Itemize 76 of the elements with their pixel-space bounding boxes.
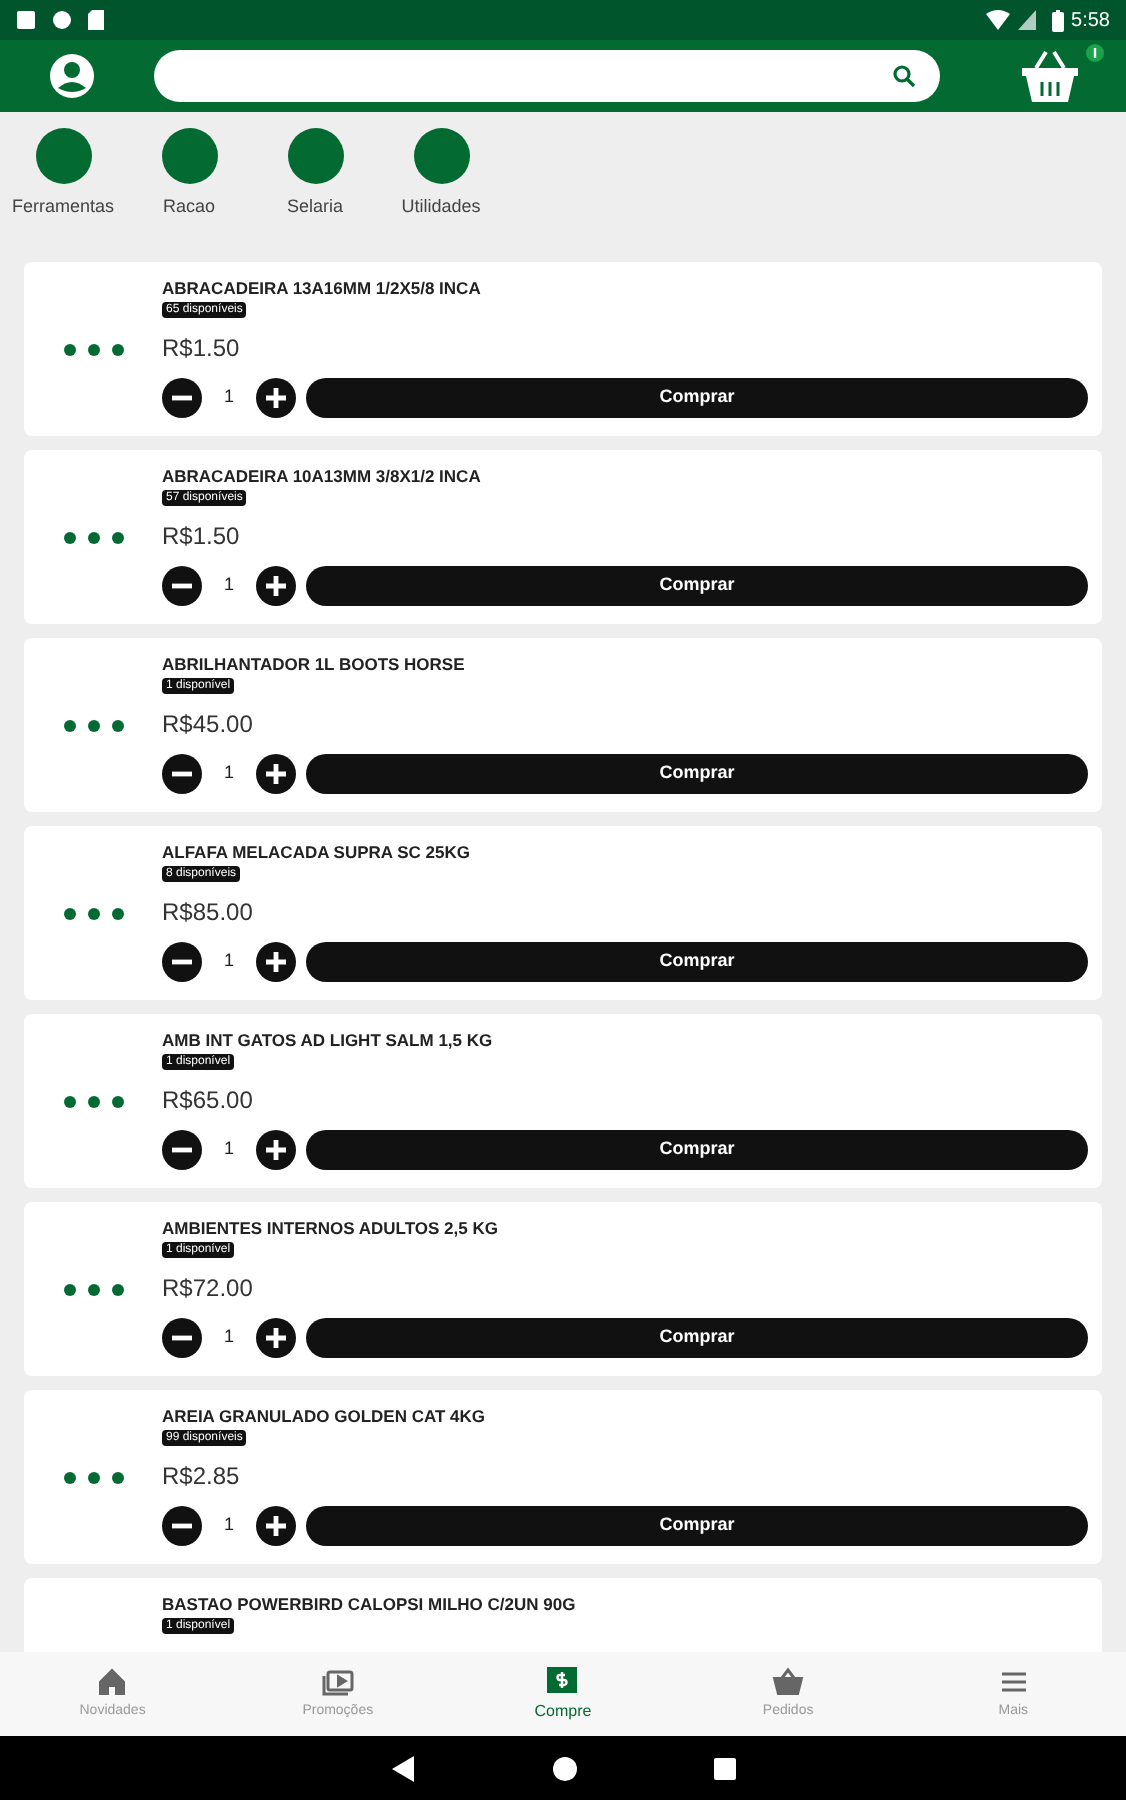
buy-button[interactable]: Comprar	[306, 378, 1088, 418]
product-name: AMB INT GATOS AD LIGHT SALM 1,5 KG	[162, 1030, 495, 1052]
loading-dots-icon	[61, 1281, 125, 1297]
nav-tab[interactable]: Compre	[450, 1652, 676, 1736]
product-name: ALFAFA MELACADA SUPRA SC 25KG	[162, 842, 472, 864]
product-name: BASTAO POWERBIRD CALOPSI MILHO C/2UN 90G	[162, 1594, 578, 1616]
buy-button[interactable]: Comprar	[306, 566, 1088, 606]
profile-icon[interactable]	[50, 54, 94, 98]
ticket-icon	[321, 1665, 354, 1698]
buy-button[interactable]: Comprar	[306, 754, 1088, 794]
buy-button[interactable]: Comprar	[306, 1506, 1088, 1546]
plus-icon[interactable]	[256, 754, 296, 794]
basket-icon	[772, 1665, 805, 1698]
back-icon[interactable]	[391, 1755, 415, 1781]
wifi-icon	[985, 10, 1010, 30]
quantity: 1	[221, 1512, 236, 1539]
product-price: R$65.00	[162, 1086, 255, 1114]
product-name: AMBIENTES INTERNOS ADULTOS 2,5 KG	[162, 1218, 500, 1240]
buy-button[interactable]: Comprar	[306, 1318, 1088, 1358]
plus-icon[interactable]	[256, 1130, 296, 1170]
category-label[interactable]: Utilidades	[401, 194, 481, 221]
product-price: R$45.00	[162, 710, 255, 738]
loading-dots-icon	[61, 905, 125, 921]
status-time: 5:58	[1071, 7, 1110, 35]
minus-icon[interactable]	[162, 1130, 202, 1170]
category-label[interactable]: Selaria	[286, 194, 343, 221]
product-name: ABRACADEIRA 13A16MM 1/2X5/8 INCA	[162, 278, 483, 300]
category-image[interactable]	[413, 128, 469, 184]
battery-icon	[1051, 9, 1064, 31]
minus-icon[interactable]	[162, 942, 202, 982]
plus-icon[interactable]	[256, 942, 296, 982]
product-price: R$85.00	[162, 898, 255, 926]
loading-dots-icon	[61, 341, 125, 357]
search-field[interactable]	[154, 50, 940, 102]
loading-dots-icon	[61, 717, 125, 733]
category-label[interactable]: Racao	[162, 194, 215, 221]
sd-card-icon	[88, 10, 104, 30]
search-icon[interactable]	[892, 64, 916, 88]
loading-dots-icon	[61, 1093, 125, 1109]
plus-icon[interactable]	[256, 378, 296, 418]
loading-dots-icon	[61, 1469, 125, 1485]
minus-icon[interactable]	[162, 566, 202, 606]
quantity: 1	[221, 948, 236, 975]
quantity: 1	[221, 572, 236, 599]
quantity: 1	[221, 760, 236, 787]
category-image[interactable]	[35, 128, 91, 184]
category-image[interactable]	[287, 128, 343, 184]
recents-icon[interactable]	[713, 1757, 735, 1779]
buy-button[interactable]: Comprar	[306, 1130, 1088, 1170]
quantity: 1	[221, 384, 236, 411]
plus-icon[interactable]	[256, 1318, 296, 1358]
product-price: R$1.50	[162, 334, 242, 362]
home-icon[interactable]	[551, 1755, 577, 1781]
minus-icon[interactable]	[162, 1506, 202, 1546]
product-name: ABRACADEIRA 10A13MM 3/8X1/2 INCA	[162, 466, 483, 488]
minus-icon[interactable]	[162, 378, 202, 418]
basket-icon[interactable]	[1020, 48, 1080, 104]
product-name: AREIA GRANULADO GOLDEN CAT 4KG	[162, 1406, 487, 1428]
loading-dots-icon	[61, 529, 125, 545]
buy-button[interactable]: Comprar	[306, 942, 1088, 982]
category-label[interactable]: Ferramentas	[11, 194, 115, 221]
quantity: 1	[221, 1324, 236, 1351]
plus-icon[interactable]	[256, 1506, 296, 1546]
product-price: R$72.00	[162, 1274, 255, 1302]
minus-icon[interactable]	[162, 1318, 202, 1358]
badge-icon	[1086, 44, 1104, 62]
plus-icon[interactable]	[256, 566, 296, 606]
product-price: R$1.50	[162, 522, 242, 550]
product-price: R$2.85	[162, 1462, 242, 1490]
money-icon	[546, 1664, 579, 1696]
home-icon	[96, 1665, 129, 1698]
minus-icon[interactable]	[162, 754, 202, 794]
category-image[interactable]	[161, 128, 217, 184]
quantity: 1	[221, 1136, 236, 1163]
signal-icon	[1017, 10, 1036, 30]
product-name: ABRILHANTADOR 1L BOOTS HORSE	[162, 654, 467, 676]
